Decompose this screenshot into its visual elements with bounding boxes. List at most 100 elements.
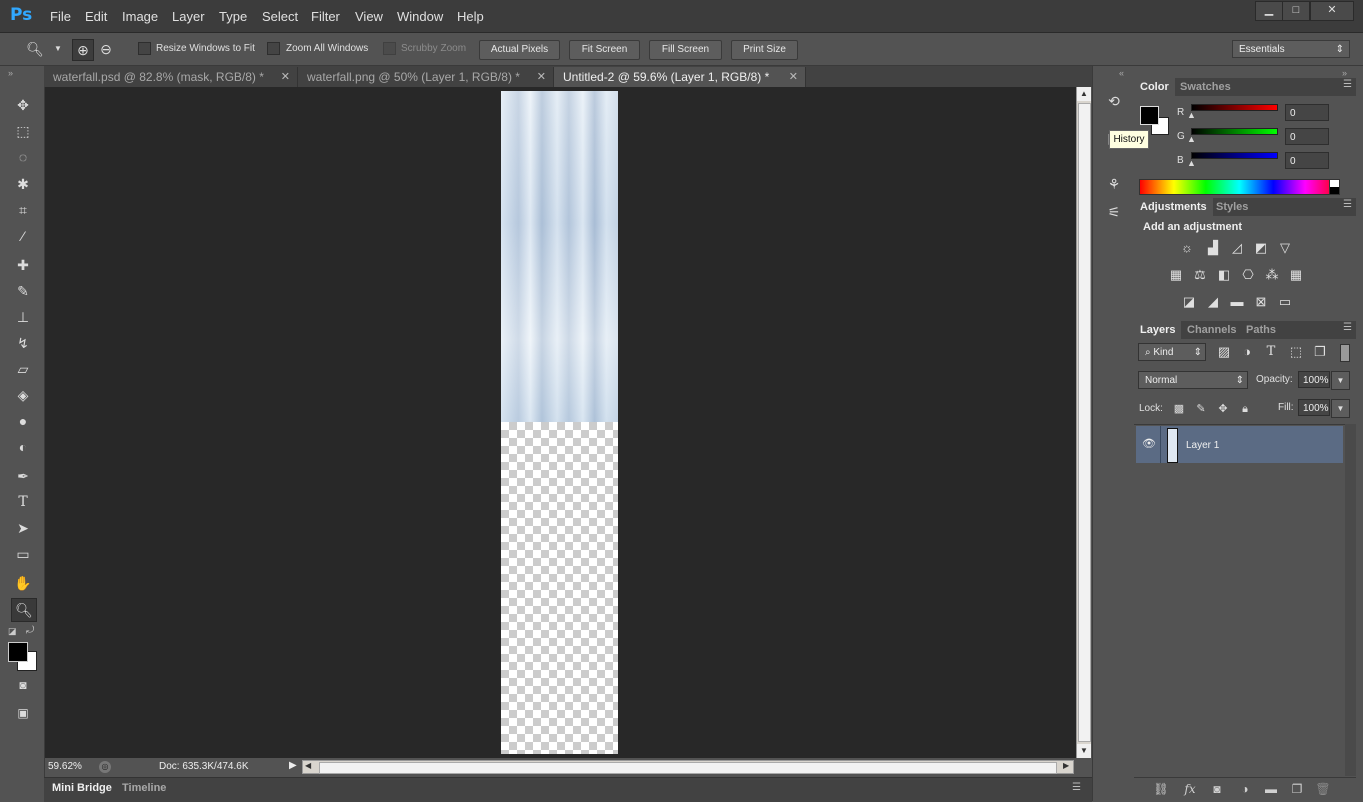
- tab-paths[interactable]: Paths: [1240, 321, 1282, 339]
- tab-layers[interactable]: Layers: [1134, 321, 1182, 339]
- vertical-scrollbar[interactable]: ▲ ▼: [1076, 87, 1091, 758]
- collapse-panels-icon[interactable]: »: [1342, 68, 1347, 78]
- magic-wand-tool-icon[interactable]: ✱: [11, 173, 35, 195]
- menu-help[interactable]: Help: [457, 9, 484, 24]
- red-value-input[interactable]: 0: [1285, 104, 1329, 121]
- invert-icon[interactable]: ◪: [1180, 293, 1198, 311]
- menu-layer[interactable]: Layer: [172, 9, 205, 24]
- threshold-icon[interactable]: ▬: [1228, 293, 1246, 311]
- close-tab-icon[interactable]: ✕: [537, 67, 546, 87]
- exposure-icon[interactable]: ◩: [1252, 239, 1270, 257]
- blend-mode-select[interactable]: Normal ⇕: [1138, 371, 1248, 389]
- tab-swatches[interactable]: Swatches: [1174, 78, 1237, 96]
- delete-layer-icon[interactable]: 🗑︎: [1314, 780, 1332, 798]
- marquee-tool-icon[interactable]: ⬚: [11, 120, 35, 142]
- scrubby-zoom-checkbox[interactable]: [383, 42, 396, 55]
- close-tab-icon[interactable]: ✕: [281, 67, 290, 87]
- quick-mask-icon[interactable]: ◙: [11, 674, 35, 696]
- brush-tool-icon[interactable]: ✎: [11, 280, 35, 302]
- actual-pixels-button[interactable]: Actual Pixels: [479, 40, 560, 60]
- green-value-input[interactable]: 0: [1285, 128, 1329, 145]
- tab-untitled-2[interactable]: Untitled-2 @ 59.6% (Layer 1, RGB/8) * ✕: [554, 67, 806, 87]
- eraser-tool-icon[interactable]: ▱: [11, 358, 35, 380]
- lock-position-icon[interactable]: ✥: [1216, 402, 1230, 416]
- minimize-button[interactable]: ▁: [1255, 1, 1283, 21]
- layer-filter-select[interactable]: ⌕ Kind ⇕: [1138, 343, 1206, 361]
- opacity-input[interactable]: 100%: [1298, 371, 1330, 388]
- zoom-level[interactable]: 59.62%: [48, 761, 82, 772]
- color-balance-icon[interactable]: ⚖: [1191, 266, 1209, 284]
- panel-menu-icon[interactable]: ☰: [1343, 199, 1352, 210]
- chevron-down-icon[interactable]: ▼: [48, 39, 68, 59]
- default-colors-icon[interactable]: ◪: [8, 626, 17, 637]
- lock-transparent-icon[interactable]: ▩: [1172, 402, 1186, 416]
- collapse-toolbox-icon[interactable]: »: [8, 68, 13, 78]
- paint-bucket-tool-icon[interactable]: ◈: [11, 384, 35, 406]
- lock-all-icon[interactable]: 🔒︎: [1238, 402, 1252, 416]
- resize-windows-checkbox[interactable]: [138, 42, 151, 55]
- vertical-scroll-thumb[interactable]: [1078, 103, 1091, 742]
- color-spectrum-bar[interactable]: [1139, 179, 1340, 195]
- rectangle-tool-icon[interactable]: ▭: [11, 543, 35, 565]
- fill-screen-button[interactable]: Fill Screen: [649, 40, 722, 60]
- horizontal-scrollbar[interactable]: ◀ ▶: [302, 760, 1074, 774]
- maximize-button[interactable]: □: [1282, 1, 1310, 21]
- filter-adjustment-icon[interactable]: ◑: [1238, 343, 1256, 361]
- tab-channels[interactable]: Channels: [1181, 321, 1243, 339]
- crop-tool-icon[interactable]: ⌗: [11, 199, 35, 221]
- scroll-up-icon[interactable]: ▲: [1077, 87, 1091, 101]
- lock-image-icon[interactable]: ✎: [1194, 402, 1208, 416]
- pen-tool-icon[interactable]: ✒: [11, 465, 35, 487]
- brush-presets-icon[interactable]: ⚘: [1103, 174, 1125, 194]
- document-canvas[interactable]: [501, 91, 618, 754]
- layers-scrollbar[interactable]: [1345, 424, 1356, 776]
- path-selection-tool-icon[interactable]: ➤: [11, 517, 35, 539]
- scroll-down-icon[interactable]: ▼: [1077, 744, 1091, 758]
- new-layer-icon[interactable]: ❐: [1288, 780, 1306, 798]
- filter-type-icon[interactable]: T: [1262, 343, 1280, 361]
- layer-style-icon[interactable]: fx: [1181, 780, 1199, 798]
- curves-icon[interactable]: ◿: [1228, 239, 1246, 257]
- tab-styles[interactable]: Styles: [1210, 198, 1254, 216]
- zoom-tool-preset-icon[interactable]: 🔍︎: [25, 39, 45, 59]
- blue-slider-thumb-icon[interactable]: ▲: [1187, 158, 1196, 168]
- link-layers-icon[interactable]: ⛓: [1152, 780, 1170, 798]
- lasso-tool-icon[interactable]: ◌: [11, 146, 35, 168]
- filter-pixel-icon[interactable]: ▨: [1215, 343, 1233, 361]
- status-info-icon[interactable]: ◎: [99, 761, 111, 773]
- eyedropper-tool-icon[interactable]: ⁄: [11, 225, 35, 247]
- new-group-icon[interactable]: ▬: [1262, 780, 1280, 798]
- layer-name[interactable]: Layer 1: [1186, 440, 1219, 451]
- tab-adjustments[interactable]: Adjustments: [1134, 198, 1213, 216]
- filter-shape-icon[interactable]: ⬚: [1287, 343, 1305, 361]
- menu-window[interactable]: Window: [397, 9, 443, 24]
- channel-mixer-icon[interactable]: ⁂: [1263, 266, 1281, 284]
- history-panel-icon[interactable]: ⟲: [1103, 91, 1125, 111]
- panel-menu-icon[interactable]: ☰: [1072, 782, 1081, 793]
- foreground-color-swatch[interactable]: [8, 642, 28, 662]
- opacity-dropdown-icon[interactable]: ▼: [1331, 371, 1350, 390]
- menu-file[interactable]: File: [50, 9, 71, 24]
- red-slider-thumb-icon[interactable]: ▲: [1187, 110, 1196, 120]
- expand-dock-icon[interactable]: «: [1119, 68, 1124, 78]
- move-tool-icon[interactable]: ✥: [11, 94, 35, 116]
- scroll-left-icon[interactable]: ◀: [305, 761, 311, 770]
- zoom-in-icon[interactable]: ⊕: [72, 39, 94, 61]
- horizontal-scroll-thumb[interactable]: [319, 762, 1057, 774]
- green-slider[interactable]: [1191, 128, 1278, 135]
- panel-menu-icon[interactable]: ☰: [1343, 79, 1352, 90]
- brightness-contrast-icon[interactable]: ☼: [1178, 239, 1196, 257]
- screen-mode-icon[interactable]: ▣: [11, 702, 35, 724]
- black-white-icon[interactable]: ◧: [1215, 266, 1233, 284]
- close-tab-icon[interactable]: ✕: [789, 67, 798, 87]
- menu-filter[interactable]: Filter: [311, 9, 340, 24]
- black-white-swatch[interactable]: [1329, 179, 1340, 195]
- clone-stamp-tool-icon[interactable]: ⊥: [11, 306, 35, 328]
- workspace-select[interactable]: Essentials ⇕: [1232, 40, 1350, 58]
- new-adjustment-layer-icon[interactable]: ◑: [1236, 780, 1254, 798]
- zoom-tool-icon[interactable]: 🔍︎: [11, 598, 37, 622]
- zoom-all-checkbox[interactable]: [267, 42, 280, 55]
- scroll-right-icon[interactable]: ▶: [1063, 761, 1069, 770]
- tab-waterfall-psd[interactable]: waterfall.psd @ 82.8% (mask, RGB/8) * ✕: [44, 67, 298, 87]
- filter-smart-object-icon[interactable]: ❐: [1311, 343, 1329, 361]
